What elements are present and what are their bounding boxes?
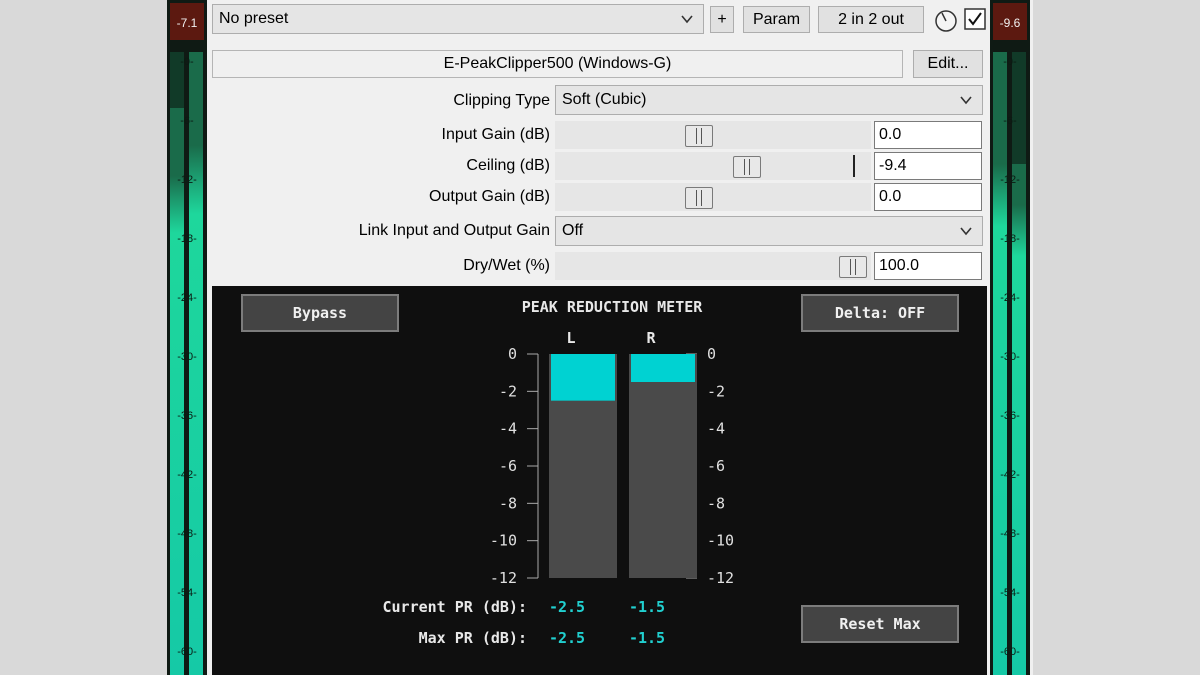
chevron-down-icon	[960, 96, 972, 105]
meter-scale-label-left: -10	[490, 532, 517, 550]
right-meter-bar-2	[1012, 52, 1026, 675]
meter-scale-left: 0 -2 -4 -6 -8 -10 -12	[490, 346, 538, 586]
enable-checkbox[interactable]	[964, 8, 986, 30]
ceiling-field[interactable]: -9.4	[874, 152, 982, 180]
plugin-name: E-PeakClipper500 (Windows-G)	[212, 50, 903, 78]
param-button[interactable]: Param	[743, 6, 810, 33]
drywet-label: Dry/Wet (%)	[463, 257, 550, 274]
meter-scale-label-right: -4	[707, 420, 725, 438]
clipping-type-value: Soft (Cubic)	[562, 91, 647, 108]
input-gain-label: Input Gain (dB)	[441, 126, 551, 143]
link-gain-value: Off	[562, 222, 584, 239]
max-pr-l: -2.5	[548, 629, 586, 647]
output-gain-label: Output Gain (dB)	[429, 188, 550, 205]
clipping-type-label: Clipping Type	[453, 92, 550, 109]
input-gain-field[interactable]: 0.0	[874, 121, 982, 149]
ceiling-slider-thumb[interactable]	[732, 156, 761, 178]
wet-knob-icon[interactable]	[933, 8, 959, 34]
input-gain-slider-thumb[interactable]	[685, 125, 713, 147]
add-preset-button[interactable]: +	[710, 6, 734, 33]
max-pr-r: -1.5	[628, 629, 666, 647]
drywet-field[interactable]: 100.0	[874, 252, 982, 280]
reset-max-button[interactable]: Reset Max	[801, 605, 959, 643]
drywet-slider-thumb[interactable]	[839, 256, 867, 278]
channel-r-label: R	[646, 329, 656, 347]
ceiling-slider[interactable]	[555, 152, 871, 180]
drywet-slider[interactable]	[555, 252, 871, 280]
clipping-type-dropdown[interactable]: Soft (Cubic)	[555, 85, 983, 115]
max-pr-label: Max PR (dB):	[418, 629, 527, 647]
current-pr-label: Current PR (dB):	[382, 598, 528, 616]
bypass-button[interactable]: Bypass	[241, 294, 399, 332]
output-gain-slider-thumb[interactable]	[685, 187, 713, 209]
meter-scale-label-right: -12	[707, 569, 734, 586]
meter-scale-label-right: -10	[707, 532, 734, 550]
chevron-down-icon	[960, 227, 972, 236]
param-labels: Clipping Type Input Gain (dB) Ceiling (d…	[167, 84, 550, 284]
meter-scale-label-right: -2	[707, 382, 725, 400]
preset-dropdown[interactable]: No preset	[212, 4, 704, 34]
meter-scale-label-right: -8	[707, 494, 725, 512]
meter-scale-label-left: 0	[508, 346, 517, 363]
link-gain-dropdown[interactable]: Off	[555, 216, 983, 246]
meter-scale-label-left: -12	[490, 569, 517, 586]
ceiling-marker	[853, 155, 855, 177]
meter-scale-label-right: 0	[707, 346, 716, 363]
meter-scale-label-right: -6	[707, 457, 725, 475]
link-gain-label: Link Input and Output Gain	[358, 222, 550, 239]
channel-l-label: L	[566, 329, 576, 347]
current-pr-l: -2.5	[548, 598, 586, 616]
right-level-meter: -9.6 -0- -6- -12- -18- -24- -30- -36- -42- -48- -…	[990, 0, 1030, 675]
left-peak-readout[interactable]: -7.1	[170, 3, 204, 40]
output-gain-field[interactable]: 0.0	[874, 183, 982, 211]
meter-scale-label-left: -8	[499, 494, 517, 512]
meter-bar-r-track	[629, 354, 697, 578]
peak-reduction-meter: 0 -2 -4 -6 -8 -10 -12 0 -2 -4 -6 -8 -10 -12	[490, 346, 734, 586]
meter-scale-label-left: -2	[499, 382, 517, 400]
delta-button[interactable]: Delta: OFF	[801, 294, 959, 332]
io-routing-button[interactable]: 2 in 2 out	[818, 6, 924, 33]
output-gain-slider[interactable]	[555, 183, 871, 211]
meter-bar-r-fill	[631, 354, 695, 382]
plugin-window: -7.1 -0- -6- -12- -18- -24- -30- -36- -42- -48- -…	[167, 0, 1033, 675]
edit-button[interactable]: Edit...	[913, 50, 983, 78]
meter-bar-l-fill	[551, 354, 615, 401]
meter-title: PEAK REDUCTION METER	[521, 298, 703, 316]
meter-scale-label-left: -6	[499, 457, 517, 475]
plugin-gui-panel: Bypass PEAK REDUCTION METER Delta: OFF L…	[212, 286, 987, 675]
chevron-down-icon	[681, 15, 693, 24]
meter-scale-label-left: -4	[499, 420, 517, 438]
right-peak-readout[interactable]: -9.6	[993, 3, 1027, 40]
right-meter-bar-1	[993, 52, 1007, 675]
ceiling-label: Ceiling (dB)	[466, 157, 550, 174]
input-gain-slider[interactable]	[555, 121, 871, 149]
current-pr-r: -1.5	[628, 598, 666, 616]
preset-value: No preset	[219, 10, 289, 27]
